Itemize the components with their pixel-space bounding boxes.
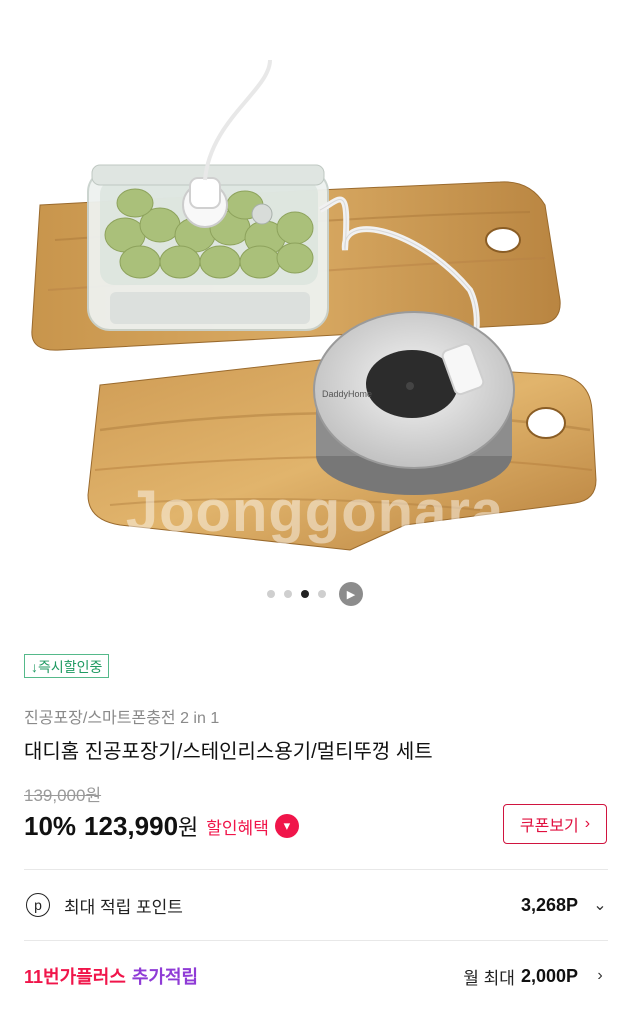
price-row: 10% 123,990 원 할인혜택 ▾ [24, 808, 299, 844]
max-points-label: 최대 적립 포인트 [64, 897, 183, 917]
instant-discount-badge: ↓즉시할인중 [24, 654, 110, 678]
divider [24, 869, 608, 870]
sale-price: 123,990 [84, 810, 179, 841]
sale-price-unit: 원 [178, 815, 199, 840]
point-icon: p [26, 893, 50, 917]
gallery-pagination: ▶ [0, 582, 630, 606]
chevron-down-icon[interactable]: ▾ [274, 814, 299, 838]
svg-text:DaddyHome: DaddyHome [322, 389, 372, 399]
max-points-value: 3,268P [520, 894, 578, 915]
discount-benefit-link[interactable]: 할인혜택 [206, 814, 269, 839]
product-image[interactable]: DaddyHome Joonggonara [0, 0, 630, 575]
chevron-right-icon: › [584, 815, 591, 832]
gallery-dot-active[interactable] [301, 590, 309, 598]
coupon-button-label: 쿠폰보기 [519, 818, 579, 835]
gallery-dot[interactable] [284, 590, 292, 598]
coupon-button[interactable]: 쿠폰보기 › [503, 804, 607, 844]
gallery-dot[interactable] [318, 590, 326, 598]
original-price: 139,000원 [24, 786, 102, 805]
play-icon[interactable]: ▶ [339, 582, 363, 606]
watermark-text: Joonggonara [125, 479, 505, 544]
plus-max-prefix: 월 최대 [463, 968, 515, 988]
discount-rate: 10% [24, 810, 77, 841]
plus-points-row[interactable]: 11번가플러스 추가적립 월 최대 2,000P › [24, 958, 608, 994]
product-category: 진공포장/스마트폰충전 2 in 1 [24, 710, 220, 727]
plus-extra-label: 추가적립 [131, 967, 199, 987]
divider [24, 940, 608, 941]
plus-max-value: 2,000P [520, 965, 578, 986]
gallery-dot[interactable] [267, 590, 275, 598]
product-title: 대디홈 진공포장기/스테인리스용기/멀티뚜껑 세트 [24, 741, 433, 763]
chevron-right-icon[interactable]: › [592, 967, 608, 985]
plus-brand-label: 11번가플러스 [24, 967, 126, 987]
max-points-row[interactable]: p 최대 적립 포인트 3,268P ⌄ [24, 887, 608, 923]
chevron-down-icon[interactable]: ⌄ [592, 895, 608, 915]
